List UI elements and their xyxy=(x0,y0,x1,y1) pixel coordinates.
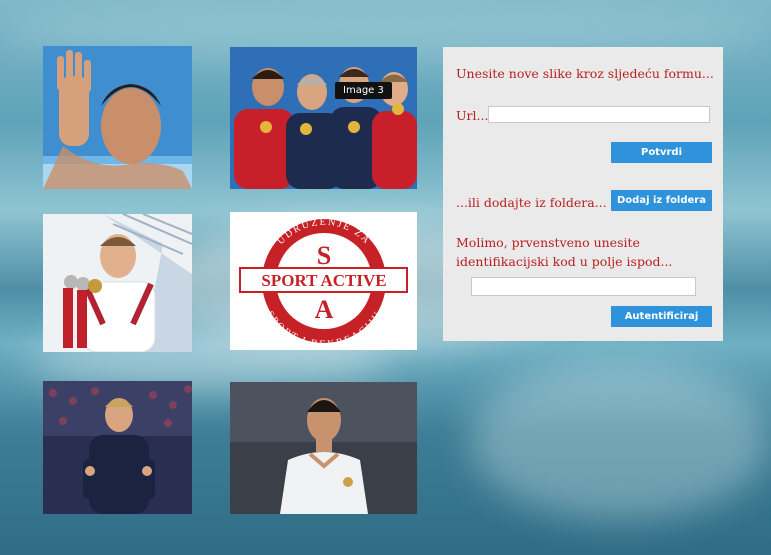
add-from-folder-button[interactable]: Dodaj iz foldera xyxy=(611,190,712,211)
logo-letter-a: A xyxy=(315,295,334,324)
gallery-image-3[interactable] xyxy=(43,214,192,352)
authenticate-button[interactable]: Autentificiraj xyxy=(611,306,712,327)
gallery-image-5[interactable] xyxy=(43,381,192,514)
confirm-button[interactable]: Potvrdi xyxy=(611,142,712,163)
water-splash-backdrop xyxy=(470,360,770,520)
image-tooltip: Image 3 xyxy=(335,82,392,99)
upload-form-panel: Unesite nove slike kroz sljedeću formu..… xyxy=(443,47,723,341)
gallery-image-2[interactable] xyxy=(230,47,417,189)
url-input[interactable] xyxy=(488,106,710,123)
gallery-image-6[interactable] xyxy=(230,382,417,514)
logo-letter-s: S xyxy=(317,241,331,270)
url-label: Url... xyxy=(456,108,489,123)
identification-message: Molimo, prvenstveno unesite identifikaci… xyxy=(456,235,673,269)
sport-active-logo: UDRUŽENJE ZA SPORT I REKREACIJU S SPORT … xyxy=(239,216,408,350)
gallery-image-4-sport-active-logo[interactable]: UDRUŽENJE ZA SPORT I REKREACIJU S SPORT … xyxy=(230,212,417,350)
logo-main-text: SPORT ACTIVE xyxy=(261,271,386,290)
identification-code-input[interactable] xyxy=(471,277,696,296)
form-title: Unesite nove slike kroz sljedeću formu..… xyxy=(456,66,714,81)
gallery-image-1[interactable] xyxy=(43,46,192,189)
page-background: Image 3 UDRUŽENJE ZA SPORT I REKREACIJU … xyxy=(0,0,771,555)
folder-label: ...ili dodajte iz foldera... xyxy=(456,195,607,210)
